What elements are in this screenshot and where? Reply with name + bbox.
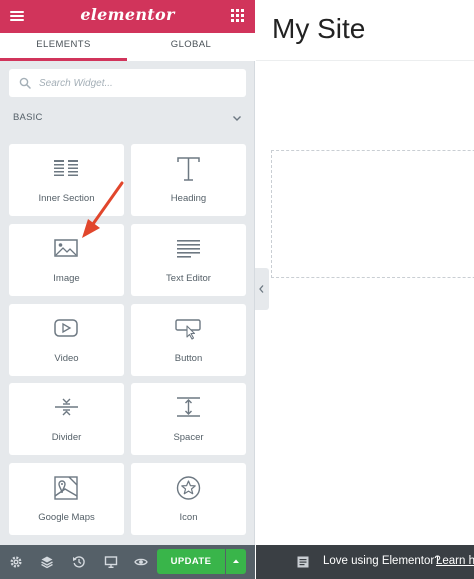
preview-eye-icon[interactable] (134, 555, 148, 569)
panel-tabs: ELEMENTS GLOBAL (0, 33, 255, 61)
section-drop-area[interactable] (271, 150, 474, 278)
navigator-icon[interactable] (40, 555, 54, 569)
divider-icon (55, 398, 78, 416)
category-label: BASIC (13, 112, 43, 123)
widget-label: Heading (170, 193, 207, 204)
widget-button[interactable]: Button (131, 304, 246, 376)
chevron-down-icon (233, 116, 241, 121)
video-icon (54, 319, 78, 337)
image-icon (54, 239, 78, 257)
search-box (9, 69, 246, 97)
spacer-icon (177, 397, 200, 417)
widget-label: Button (174, 353, 203, 364)
widget-label: Google Maps (38, 512, 95, 523)
elementor-panel: elementor ELEMENTS GLOBAL BASIC (0, 0, 255, 579)
category-basic-header[interactable]: BASIC (0, 106, 255, 130)
tab-elements[interactable]: ELEMENTS (0, 33, 127, 61)
notice-bar: Love using Elementor? Learn h (256, 545, 474, 579)
heading-icon (177, 157, 200, 181)
widget-label: Spacer (173, 432, 204, 443)
widget-video[interactable]: Video (9, 304, 124, 376)
elementor-logo: elementor (80, 5, 175, 24)
tab-global[interactable]: GLOBAL (127, 33, 255, 61)
widget-label: Divider (51, 432, 82, 443)
widget-spacer[interactable]: Spacer (131, 383, 246, 455)
widget-label: Text Editor (166, 273, 211, 284)
widget-label: Icon (179, 512, 198, 523)
history-icon[interactable] (72, 555, 86, 569)
widget-label: Inner Section (38, 193, 95, 204)
update-button[interactable]: UPDATE (157, 549, 225, 574)
chevron-left-icon (259, 285, 264, 293)
widget-icon[interactable]: Icon (131, 463, 246, 535)
google-maps-icon (54, 476, 78, 500)
learn-how-link[interactable]: Learn h (436, 555, 474, 567)
widget-image[interactable]: Image (9, 224, 124, 296)
header-divider (256, 60, 474, 61)
button-icon (175, 319, 201, 340)
widget-label: Image (53, 273, 80, 284)
search-icon (19, 77, 31, 89)
widget-divider[interactable]: Divider (9, 383, 124, 455)
widgets-grid-icon[interactable] (231, 9, 244, 22)
notice-text: Love using Elementor? (323, 555, 441, 567)
settings-icon[interactable] (9, 555, 23, 569)
star-icon (176, 476, 201, 500)
caret-up-icon (233, 559, 239, 563)
responsive-icon[interactable] (104, 555, 118, 569)
inner-section-icon (54, 160, 78, 176)
widget-label: Video (54, 353, 79, 364)
panel-header: elementor (0, 0, 255, 33)
hamburger-menu-icon[interactable] (9, 8, 25, 24)
text-editor-icon (177, 240, 200, 258)
widget-heading[interactable]: Heading (131, 144, 246, 216)
document-icon (297, 556, 309, 568)
widget-inner-section[interactable]: Inner Section (9, 144, 124, 216)
update-options-button[interactable] (226, 549, 246, 574)
site-title: My Site (272, 13, 366, 44)
elementor-editor: elementor ELEMENTS GLOBAL BASIC (0, 0, 474, 579)
widget-text-editor[interactable]: Text Editor (131, 224, 246, 296)
collapse-panel-button[interactable] (255, 268, 269, 310)
search-widget-input[interactable] (39, 73, 239, 93)
widget-google-maps[interactable]: Google Maps (9, 463, 124, 535)
